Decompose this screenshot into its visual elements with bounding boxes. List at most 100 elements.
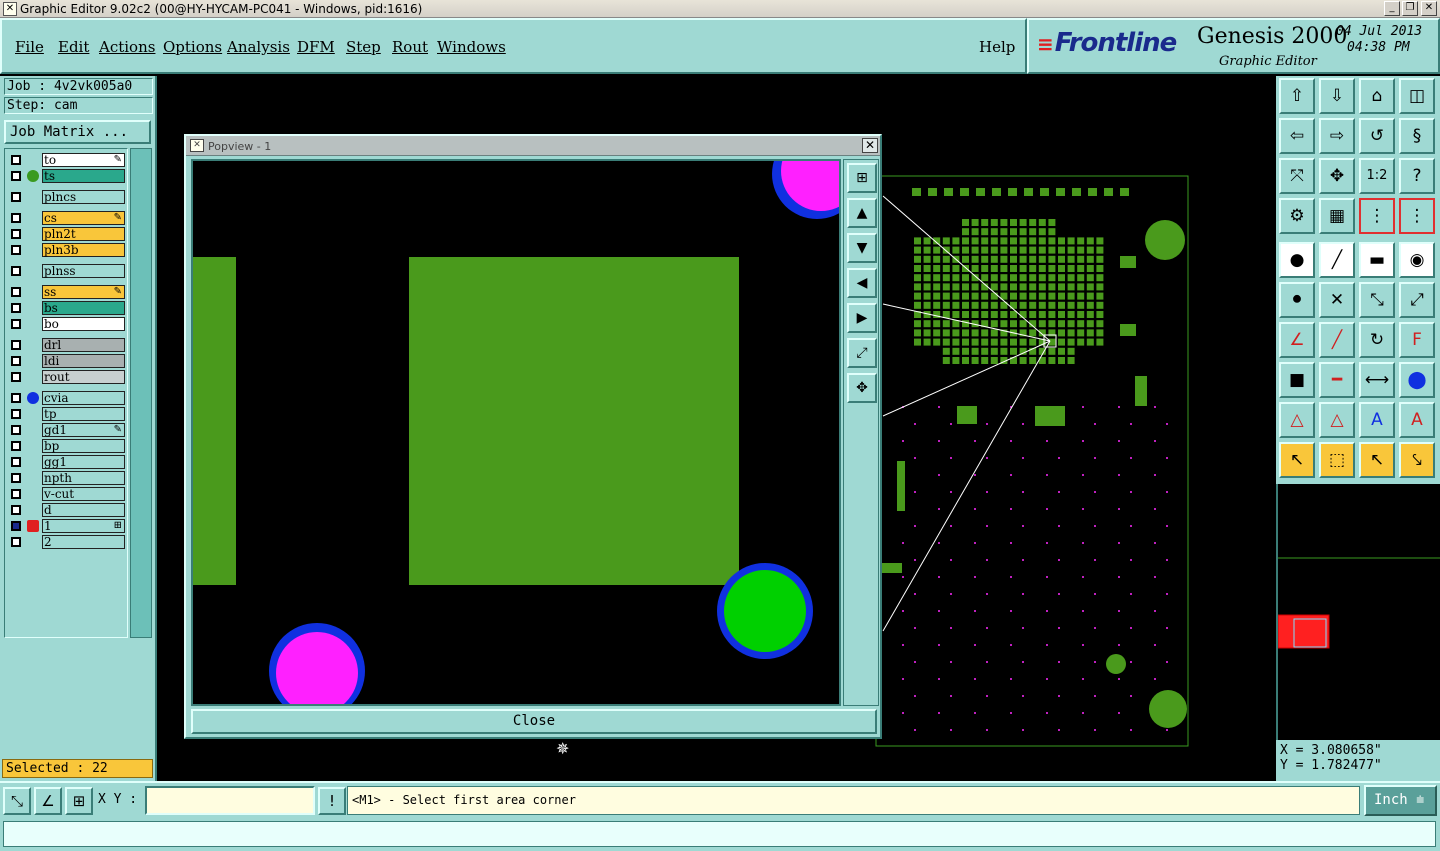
layer-row-cvia[interactable]: cvia [7, 391, 127, 405]
layer-checkbox[interactable] [11, 245, 21, 255]
layer-row-to[interactable]: to ✎ [7, 153, 127, 167]
layer-row-pln2t[interactable]: pln2t [7, 227, 127, 241]
layer-name[interactable]: d [42, 503, 125, 517]
layer-row-npth[interactable]: npth [7, 471, 127, 485]
scale-1-2-icon[interactable]: 1:2 [1359, 158, 1395, 194]
layer-checkbox[interactable] [11, 409, 21, 419]
measure-icon[interactable]: ▬ [1359, 242, 1395, 278]
snap-icon[interactable]: ⋮ [1359, 198, 1395, 234]
minimize-button[interactable]: _ [1384, 1, 1400, 16]
slash-icon[interactable]: ╱ [1319, 322, 1355, 358]
layer-name[interactable]: gg1 [42, 455, 125, 469]
shapes-icon[interactable]: ⬤ [1399, 362, 1435, 398]
layer-name[interactable]: npth [42, 471, 125, 485]
connect-icon[interactable]: ⚫ [1279, 282, 1315, 318]
layer-name[interactable]: plnss [42, 264, 125, 278]
line-pad-icon[interactable]: ⤡ [1359, 282, 1395, 318]
zoom-area-icon[interactable]: ⤡ [3, 787, 31, 815]
layer-name[interactable]: ss ✎ [42, 285, 125, 299]
pointer-box-icon[interactable]: ⬚ [1319, 442, 1355, 478]
triangle-icon[interactable]: △ [1279, 402, 1315, 438]
layer-row-1[interactable]: 1 ⊞ [7, 519, 127, 533]
units-dropdown[interactable]: Inch ⩧ [1364, 785, 1437, 816]
layer-checkbox[interactable] [11, 425, 21, 435]
pan-up-tool-icon[interactable]: ⇧ [1279, 78, 1315, 114]
alert-icon[interactable]: ! [318, 787, 346, 815]
pad-line-icon[interactable]: ⤢ [1399, 282, 1435, 318]
layer-name[interactable]: tp [42, 407, 125, 421]
popview-zoom-icon[interactable]: ⊞ [847, 163, 877, 193]
close-window-button[interactable]: ✕ [1421, 1, 1437, 16]
menu-windows[interactable]: Windows [437, 38, 506, 56]
pad-select-icon[interactable]: ■ [1279, 362, 1315, 398]
triangle-alt-icon[interactable]: △ [1319, 402, 1355, 438]
layer-name[interactable]: cs ✎ [42, 211, 125, 225]
layer-checkbox[interactable] [11, 441, 21, 451]
layer-checkbox[interactable] [11, 340, 21, 350]
pan-down-icon[interactable]: ▼ [847, 233, 877, 263]
zoom-center-icon[interactable]: ✥ [1319, 158, 1355, 194]
layer-row-drl[interactable]: drl [7, 338, 127, 352]
zoom-in-icon[interactable]: ⤢ [847, 338, 877, 368]
layer-name[interactable]: v-cut [42, 487, 125, 501]
zoom-fit-icon[interactable]: ⤧ [1279, 158, 1315, 194]
layer-checkbox[interactable] [11, 229, 21, 239]
layer-checkbox[interactable] [11, 489, 21, 499]
pointer-path-icon[interactable]: ⤥ [1399, 442, 1435, 478]
settings-icon[interactable]: ⚙ [1279, 198, 1315, 234]
popview-close-icon[interactable]: ✕ [862, 138, 878, 153]
select-pad-icon[interactable]: ◉ [1399, 242, 1435, 278]
menu-edit[interactable]: Edit [58, 38, 89, 56]
menu-help[interactable]: Help [979, 38, 1015, 56]
menu-options[interactable]: Options [163, 38, 222, 56]
grid-snap-icon[interactable]: ⊞ [65, 787, 93, 815]
layer-row-plnss[interactable]: plnss [7, 264, 127, 278]
add-pad-icon[interactable]: ● [1279, 242, 1315, 278]
layer-checkbox[interactable] [11, 303, 21, 313]
layer-checkbox[interactable] [11, 155, 21, 165]
layer-name[interactable]: gd1 ✎ [42, 423, 125, 437]
help-icon[interactable]: ? [1399, 158, 1435, 194]
restore-button[interactable]: ❐ [1402, 1, 1418, 16]
layer-name[interactable]: bs [42, 301, 125, 315]
layer-checkbox[interactable] [11, 171, 21, 181]
angle-icon[interactable]: ∠ [1279, 322, 1315, 358]
layer-row-bp[interactable]: bp [7, 439, 127, 453]
layer-name[interactable]: ts [42, 169, 125, 183]
popview-canvas[interactable] [191, 159, 841, 706]
layer-list-scrollbar[interactable] [130, 148, 152, 638]
layer-name[interactable]: plncs [42, 190, 125, 204]
menu-actions[interactable]: Actions [99, 38, 155, 56]
layer-checkbox[interactable] [11, 266, 21, 276]
layer-row-2[interactable]: 2 [7, 535, 127, 549]
menu-dfm[interactable]: DFM [297, 38, 335, 56]
layer-row-bo[interactable]: bo [7, 317, 127, 331]
snap-alt-icon[interactable]: ⋮ [1399, 198, 1435, 234]
layer-checkbox[interactable] [11, 287, 21, 297]
cross-icon[interactable]: ✕ [1319, 282, 1355, 318]
layer-row-ts[interactable]: ts [7, 169, 127, 183]
layer-row-gg1[interactable]: gg1 [7, 455, 127, 469]
undo-view-icon[interactable]: ↺ [1359, 118, 1395, 154]
layer-row-bs[interactable]: bs [7, 301, 127, 315]
layer-checkbox[interactable] [11, 521, 21, 531]
layer-row-pln3b[interactable]: pln3b [7, 243, 127, 257]
layer-checkbox[interactable] [11, 372, 21, 382]
layer-checkbox[interactable] [11, 192, 21, 202]
layer-checkbox[interactable] [11, 473, 21, 483]
layer-name[interactable]: to ✎ [42, 153, 125, 167]
a-shape-icon[interactable]: A [1359, 402, 1395, 438]
window-icon[interactable]: ◫ [1399, 78, 1435, 114]
layer-row-ldi[interactable]: ldi [7, 354, 127, 368]
menu-rout[interactable]: Rout [392, 38, 428, 56]
layer-row-plncs[interactable]: plncs [7, 190, 127, 204]
pan-right-tool-icon[interactable]: ⇨ [1319, 118, 1355, 154]
zoom-out-icon[interactable]: ✥ [847, 373, 877, 403]
layer-name[interactable]: 1 ⊞ [42, 519, 125, 533]
layer-row-cs[interactable]: cs ✎ [7, 211, 127, 225]
job-matrix-button[interactable]: Job Matrix ... [4, 120, 151, 144]
pan-up-icon[interactable]: ▲ [847, 198, 877, 228]
home-icon[interactable]: ⌂ [1359, 78, 1395, 114]
menu-step[interactable]: Step [346, 38, 381, 56]
layer-name[interactable]: 2 [42, 535, 125, 549]
